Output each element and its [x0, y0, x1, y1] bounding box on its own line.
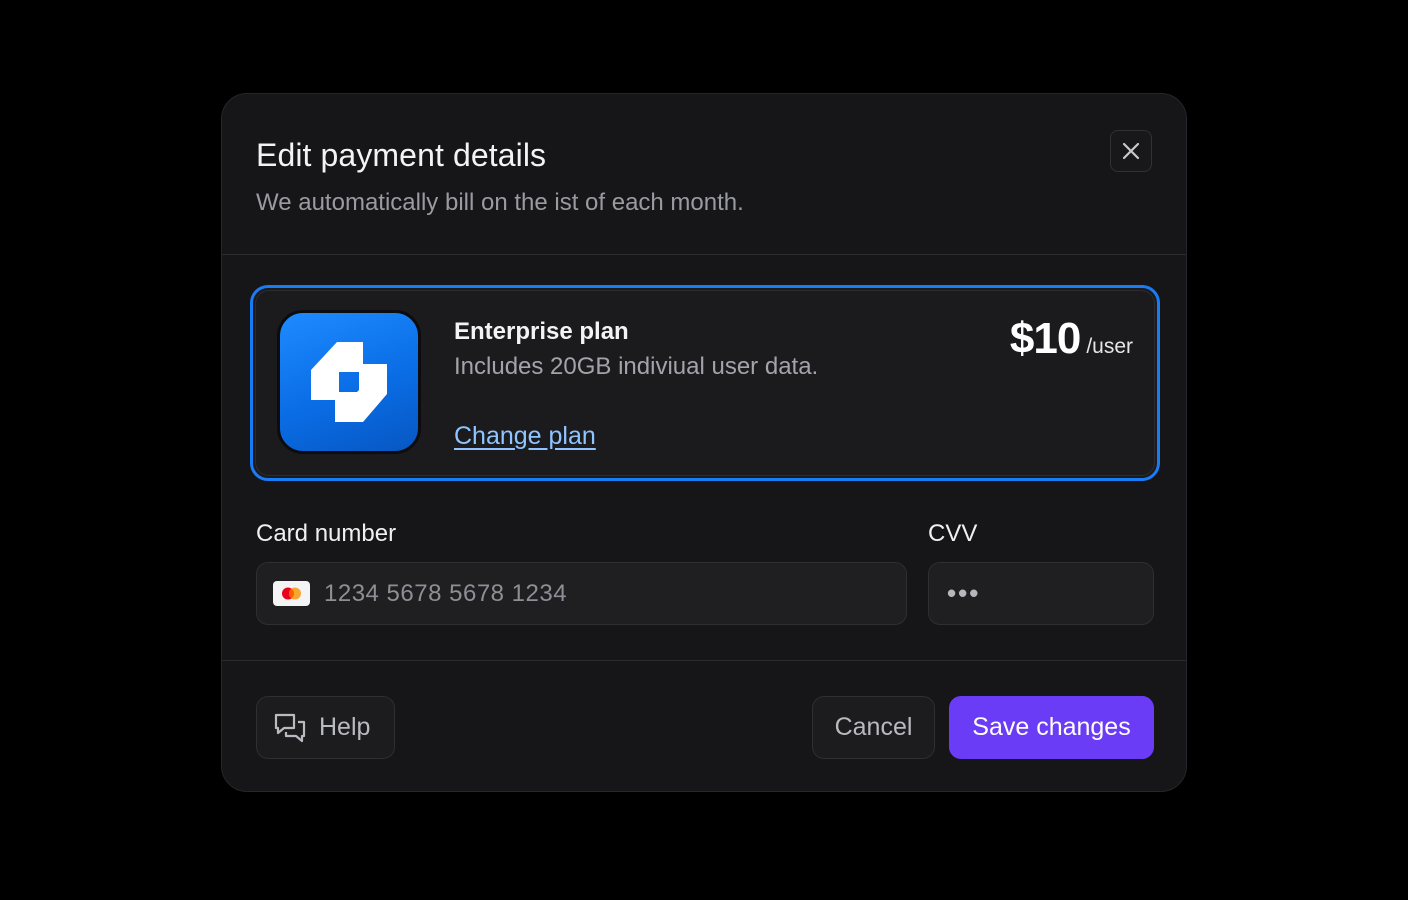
change-plan-link[interactable]: Change plan [454, 422, 596, 451]
card-number-label: Card number [256, 520, 397, 547]
plan-price: $10 /user [1010, 314, 1133, 364]
plan-logo [277, 310, 421, 454]
price-amount: $10 [1009, 314, 1081, 363]
plan-name: Enterprise plan [454, 318, 629, 345]
cancel-button[interactable]: Cancel [812, 696, 935, 759]
help-button[interactable]: Help [256, 696, 395, 759]
plan-description: Includes 20GB indiviual user data. [454, 353, 819, 380]
dialog-title: Edit payment details [256, 137, 547, 173]
dialog-subtitle: We automatically bill on the ist of each… [256, 189, 744, 216]
cvv-field[interactable]: ••• [928, 562, 1154, 625]
mastercard-icon [273, 581, 310, 606]
logo-icon [311, 342, 387, 422]
price-unit: /user [1086, 335, 1133, 358]
close-icon [1122, 142, 1140, 160]
edit-payment-dialog: Edit payment details We automatically bi… [221, 93, 1187, 792]
close-button[interactable] [1110, 130, 1152, 172]
cvv-label: CVV [928, 520, 978, 547]
dialog-footer: Help Cancel Save changes [222, 660, 1186, 791]
card-number-value: 1234 5678 5678 1234 [324, 579, 568, 607]
chat-bubbles-icon [273, 712, 307, 744]
save-changes-button[interactable]: Save changes [949, 696, 1154, 759]
card-number-field[interactable]: 1234 5678 5678 1234 [256, 562, 907, 625]
cvv-value: ••• [947, 578, 981, 608]
dialog-header: Edit payment details We automatically bi… [222, 94, 1186, 255]
plan-card[interactable]: Enterprise plan Includes 20GB indiviual … [250, 285, 1160, 481]
help-label: Help [319, 713, 371, 741]
